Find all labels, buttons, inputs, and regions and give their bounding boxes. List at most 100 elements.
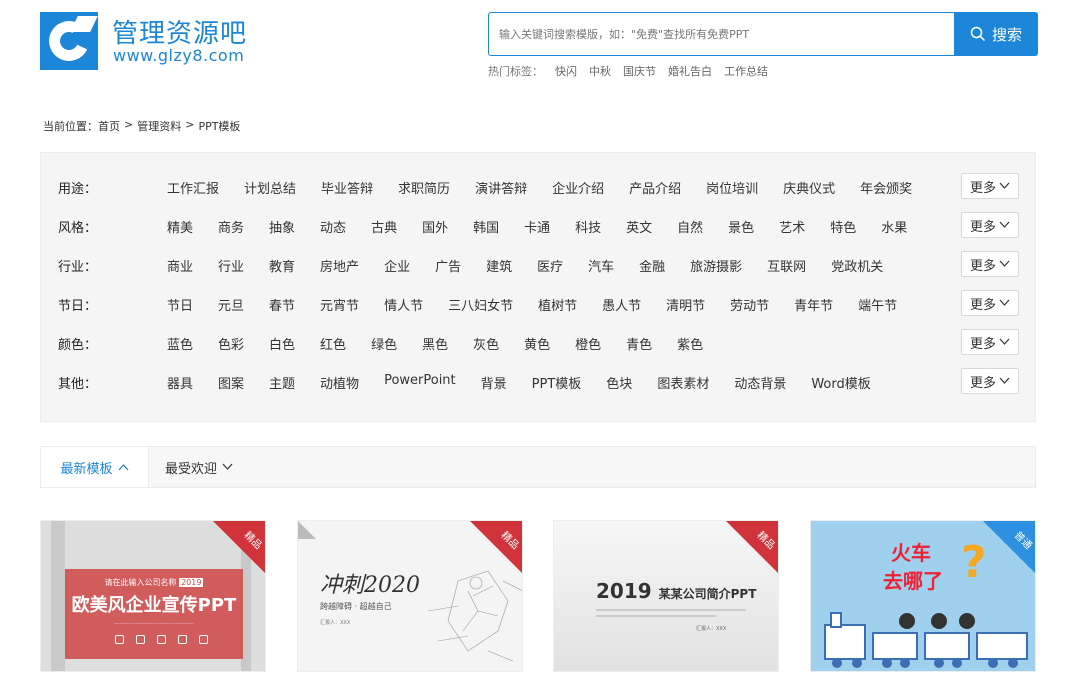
breadcrumb-home[interactable]: 首页: [98, 118, 120, 134]
filter-option[interactable]: 动态: [320, 217, 346, 236]
filter-option[interactable]: 年会颁奖: [860, 178, 912, 197]
filter-option[interactable]: 器具: [167, 373, 193, 392]
filter-more-button[interactable]: 更多: [961, 212, 1019, 238]
filter-option[interactable]: 橙色: [575, 334, 601, 353]
filter-option[interactable]: 党政机关: [831, 256, 883, 275]
filter-option[interactable]: 商业: [167, 256, 193, 275]
filter-option[interactable]: 动植物: [320, 373, 359, 392]
filter-option[interactable]: 旅游摄影: [690, 256, 742, 275]
filter-option[interactable]: 节日: [167, 295, 193, 314]
filter-option[interactable]: 清明节: [666, 295, 705, 314]
filter-option[interactable]: 古典: [371, 217, 397, 236]
filter-option[interactable]: 红色: [320, 334, 346, 353]
filter-option[interactable]: 劳动节: [730, 295, 769, 314]
filter-option[interactable]: PowerPoint: [384, 373, 456, 392]
filter-option[interactable]: 岗位培训: [706, 178, 758, 197]
filter-option[interactable]: 图案: [218, 373, 244, 392]
filter-option[interactable]: 国外: [422, 217, 448, 236]
filter-option[interactable]: 植树节: [538, 295, 577, 314]
hot-tag[interactable]: 国庆节: [623, 63, 656, 79]
filter-option[interactable]: 灰色: [473, 334, 499, 353]
filter-more-button[interactable]: 更多: [961, 368, 1019, 394]
sort-popular-tab[interactable]: 最受欢迎: [165, 447, 233, 487]
sort-newest-tab[interactable]: 最新模板: [41, 447, 149, 487]
filter-option[interactable]: 元宵节: [320, 295, 359, 314]
site-logo[interactable]: 管理资源吧 www.glzy8.com: [40, 12, 280, 72]
filter-option[interactable]: 庆典仪式: [783, 178, 835, 197]
filter-option[interactable]: 青年节: [794, 295, 833, 314]
filter-option[interactable]: PPT模板: [532, 373, 582, 392]
filter-option[interactable]: 计划总结: [244, 178, 296, 197]
filter-option[interactable]: 毕业答辩: [321, 178, 373, 197]
search-button[interactable]: 搜索: [954, 12, 1038, 56]
filter-option[interactable]: 工作汇报: [167, 178, 219, 197]
thumb-line: [596, 609, 746, 611]
filter-option[interactable]: Word模板: [811, 373, 870, 392]
filter-more-button[interactable]: 更多: [961, 173, 1019, 199]
filter-option[interactable]: 景色: [728, 217, 754, 236]
filter-option[interactable]: 春节: [269, 295, 295, 314]
filter-option[interactable]: 抽象: [269, 217, 295, 236]
search-input[interactable]: [488, 12, 956, 56]
filter-option[interactable]: 企业: [384, 256, 410, 275]
filter-option[interactable]: 英文: [626, 217, 652, 236]
template-card[interactable]: 火车 去哪了 ? 普通: [810, 520, 1036, 672]
filter-option[interactable]: 色块: [606, 373, 632, 392]
chevron-down-icon: [999, 260, 1010, 267]
breadcrumb-current[interactable]: PPT模板: [198, 118, 240, 134]
filter-more-label: 更多: [969, 336, 996, 352]
filter-option[interactable]: 绿色: [371, 334, 397, 353]
filter-option[interactable]: 精美: [167, 217, 193, 236]
filter-more-button[interactable]: 更多: [961, 251, 1019, 277]
filter-option[interactable]: 特色: [830, 217, 856, 236]
filter-option[interactable]: 主题: [269, 373, 295, 392]
filter-option[interactable]: 愚人节: [602, 295, 641, 314]
filter-option[interactable]: 互联网: [767, 256, 806, 275]
filter-more-button[interactable]: 更多: [961, 290, 1019, 316]
filter-option[interactable]: 产品介绍: [629, 178, 681, 197]
breadcrumb-item[interactable]: 管理资料: [137, 118, 181, 134]
filter-option[interactable]: 房地产: [320, 256, 359, 275]
filter-option[interactable]: 演讲答辩: [475, 178, 527, 197]
template-card[interactable]: 2019 某某公司简介PPT 汇报人：XXX 精品: [553, 520, 779, 672]
filter-option[interactable]: 艺术: [779, 217, 805, 236]
filter-option[interactable]: 商务: [218, 217, 244, 236]
filter-option[interactable]: 背景: [481, 373, 507, 392]
filter-option[interactable]: 紫色: [677, 334, 703, 353]
filter-option[interactable]: 汽车: [588, 256, 614, 275]
filter-option[interactable]: 金融: [639, 256, 665, 275]
filter-option[interactable]: 三八妇女节: [448, 295, 513, 314]
filter-option[interactable]: 卡通: [524, 217, 550, 236]
hot-tag[interactable]: 快闪: [555, 63, 577, 79]
filter-option[interactable]: 白色: [269, 334, 295, 353]
filter-option[interactable]: 情人节: [384, 295, 423, 314]
filter-option[interactable]: 蓝色: [167, 334, 193, 353]
filter-option[interactable]: 科技: [575, 217, 601, 236]
filter-option[interactable]: 图表素材: [657, 373, 709, 392]
filter-option[interactable]: 端午节: [858, 295, 897, 314]
thumb-title: 2019 某某公司简介PPT: [596, 579, 757, 603]
template-card[interactable]: 请在此输入公司名称 2019 欧美风企业宣传PPT ——————————————…: [40, 520, 266, 672]
template-card[interactable]: 冲刺2020 跨越障碍 · 超越自己 汇报人：XXX 精品: [297, 520, 523, 672]
thumb-title: 欧美风企业宣传PPT: [71, 595, 237, 616]
filter-option[interactable]: 色彩: [218, 334, 244, 353]
filter-option[interactable]: 韩国: [473, 217, 499, 236]
filter-option[interactable]: 行业: [218, 256, 244, 275]
filter-option[interactable]: 自然: [677, 217, 703, 236]
hot-tag[interactable]: 婚礼告白: [668, 63, 712, 79]
filter-option[interactable]: 黑色: [422, 334, 448, 353]
filter-option[interactable]: 青色: [626, 334, 652, 353]
filter-option[interactable]: 建筑: [486, 256, 512, 275]
filter-option[interactable]: 教育: [269, 256, 295, 275]
filter-option[interactable]: 动态背景: [734, 373, 786, 392]
filter-option[interactable]: 广告: [435, 256, 461, 275]
hot-tag[interactable]: 工作总结: [724, 63, 768, 79]
filter-option[interactable]: 元旦: [218, 295, 244, 314]
filter-option[interactable]: 求职简历: [398, 178, 450, 197]
filter-option[interactable]: 黄色: [524, 334, 550, 353]
filter-option[interactable]: 水果: [881, 217, 907, 236]
hot-tag[interactable]: 中秋: [589, 63, 611, 79]
filter-option[interactable]: 企业介绍: [552, 178, 604, 197]
filter-more-button[interactable]: 更多: [961, 329, 1019, 355]
filter-option[interactable]: 医疗: [537, 256, 563, 275]
